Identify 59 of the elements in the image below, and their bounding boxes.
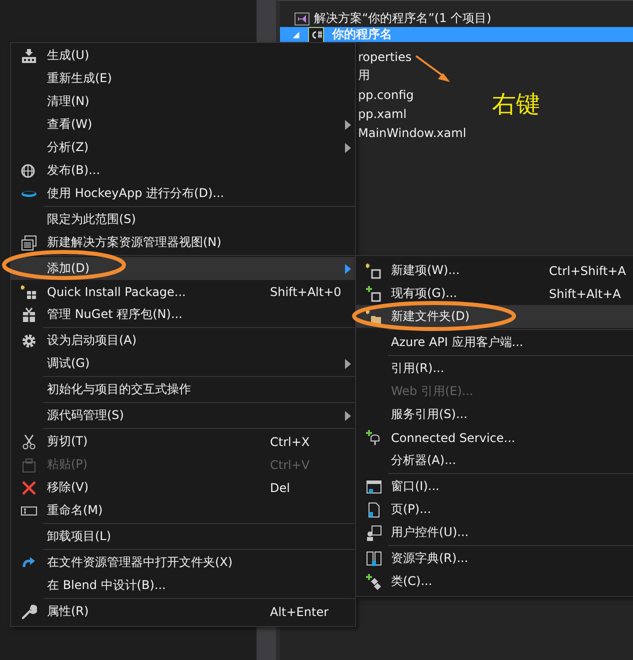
annotation-arrow: [415, 55, 450, 82]
menu-item[interactable]: 生成(U): [11, 44, 355, 67]
package-sparkle-icon: [21, 284, 37, 300]
menu-item[interactable]: 用户控件(U)...: [356, 521, 633, 544]
menu-item[interactable]: Quick Install Package... Shift+Alt+0: [11, 280, 355, 303]
menu-item[interactable]: 分析(Z): [11, 136, 355, 159]
globe-icon: [21, 162, 37, 178]
settings-icon: [21, 332, 37, 348]
menu-item[interactable]: 剪切(T) Ctrl+X: [11, 430, 355, 453]
menu-item[interactable]: 服务引用(S)...: [356, 403, 633, 426]
plug-add-icon: [366, 430, 382, 446]
menu-item[interactable]: 属性(R) Alt+Enter: [11, 600, 355, 623]
menu-item[interactable]: 新建项(W)... Ctrl+Shift+A: [356, 259, 633, 282]
menu-item[interactable]: 分析器(A)...: [356, 449, 633, 472]
menu-item[interactable]: 清理(N): [11, 90, 355, 113]
new-item-icon: [366, 262, 382, 278]
book-icon: [366, 550, 382, 566]
menu-item[interactable]: 使用 HockeyApp 进行分布(D)...: [11, 182, 355, 205]
menu-item[interactable]: 窗口(I)...: [356, 475, 633, 498]
add-item-icon: [366, 286, 382, 302]
tree-item[interactable]: 解决方案“你的程序名”(1 个项目): [280, 10, 633, 27]
menu-item[interactable]: 调试(G): [11, 352, 355, 375]
wrench-icon: [21, 604, 37, 620]
close-icon: [21, 480, 37, 496]
solution-icon: [294, 10, 310, 26]
menu-item[interactable]: Connected Service...: [356, 426, 633, 449]
menu-item[interactable]: 移除(V) Del: [11, 476, 355, 499]
user-control-icon: [366, 524, 382, 540]
class-icon: [366, 574, 382, 590]
menu-item[interactable]: 重新生成(E): [11, 67, 355, 90]
build-icon: [21, 48, 37, 64]
annotation-text: 右键: [492, 89, 540, 120]
expand-icon[interactable]: [292, 30, 300, 38]
menu-item[interactable]: 源代码管理(S): [11, 404, 355, 427]
menu-item[interactable]: 限定为此范围(S): [11, 208, 355, 231]
menu-item[interactable]: 页(P)...: [356, 498, 633, 521]
page-icon: [366, 502, 382, 518]
menu-item[interactable]: 管理 NuGet 程序包(N)...: [11, 303, 355, 326]
menu-item[interactable]: Azure API 应用客户端...: [356, 331, 633, 354]
menu-item[interactable]: 设为启动项目(A): [11, 329, 355, 352]
window-list-icon: [21, 234, 37, 250]
clipboard-icon: [21, 456, 37, 472]
new-folder-icon: [366, 308, 382, 324]
menu-item[interactable]: 重命名(M): [11, 499, 355, 522]
scissors-icon: [21, 434, 37, 450]
menu-item[interactable]: 初始化与项目的交互式操作: [11, 378, 355, 401]
menu-item[interactable]: 发布(B)...: [11, 159, 355, 182]
menu-item[interactable]: 新建解决方案资源管理器视图(N): [11, 231, 355, 254]
menu-item[interactable]: 卸载项目(L): [11, 525, 355, 548]
menu-item[interactable]: 在 Blend 中设计(B)...: [11, 574, 355, 597]
menu-item[interactable]: 现有项(G)... Shift+Alt+A: [356, 282, 633, 305]
menu-item[interactable]: 添加(D): [11, 257, 355, 280]
menu-item[interactable]: 查看(W): [11, 113, 355, 136]
menu-item[interactable]: 资源字典(R)...: [356, 547, 633, 570]
gift-icon: [21, 306, 37, 322]
menu-item[interactable]: 在文件资源管理器中打开文件夹(X): [11, 551, 355, 574]
window-icon: [366, 478, 382, 494]
menu-item[interactable]: 类(C)...: [356, 570, 633, 593]
menu-item[interactable]: 引用(R)...: [356, 357, 633, 380]
